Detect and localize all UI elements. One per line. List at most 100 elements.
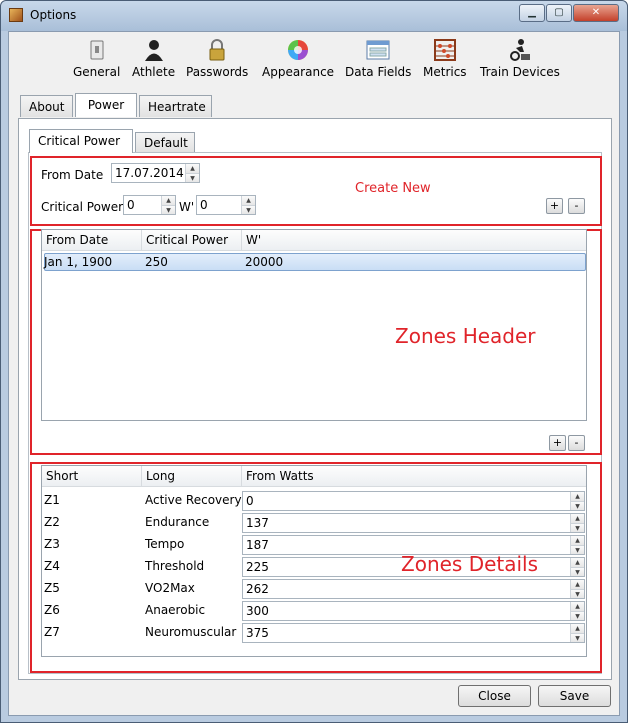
remove-cp-button[interactable]: - [568, 198, 585, 214]
zones-header-annotation: Zones Header [395, 324, 536, 348]
from-date-input[interactable]: 17.07.2014 ▲ ▼ [111, 163, 200, 183]
up-arrow-icon[interactable]: ▲ [571, 580, 584, 589]
remove-zones-header-button[interactable]: - [568, 435, 585, 451]
toolbar-metrics[interactable]: Metrics [423, 38, 467, 79]
subtab-critical-power[interactable]: Critical Power [29, 129, 133, 153]
wprime-label: W' [179, 200, 195, 214]
up-arrow-icon[interactable]: ▲ [571, 624, 584, 633]
zone-short: Z7 [44, 625, 60, 639]
zone-watts-stepper[interactable]: ▲ ▼ [570, 558, 584, 576]
up-arrow-icon[interactable]: ▲ [186, 164, 199, 173]
subtab-default[interactable]: Default [135, 132, 195, 152]
toolbar-data-fields[interactable]: Data Fields [345, 38, 411, 79]
zone-long: Neuromuscular [145, 625, 237, 639]
create-new-annotation: Create New [355, 181, 431, 196]
up-arrow-icon[interactable]: ▲ [571, 602, 584, 611]
minimize-button[interactable]: ▁ [519, 4, 545, 22]
down-arrow-icon[interactable]: ▼ [186, 173, 199, 182]
table-row[interactable]: Z7 Neuromuscular 375 ▲ ▼ [42, 622, 585, 644]
from-date-label: From Date [41, 168, 104, 182]
toolbar-general[interactable]: General [73, 38, 120, 79]
color-wheel-icon [286, 38, 310, 62]
up-arrow-icon[interactable]: ▲ [571, 492, 584, 501]
save-button[interactable]: Save [538, 685, 611, 707]
down-arrow-icon[interactable]: ▼ [162, 205, 175, 214]
critical-power-stepper[interactable]: ▲ ▼ [161, 196, 175, 214]
window-title: Options [30, 8, 77, 22]
up-arrow-icon[interactable]: ▲ [242, 196, 255, 205]
column-critical-power[interactable]: Critical Power [146, 233, 228, 247]
column-from-date[interactable]: From Date [46, 233, 108, 247]
column-wprime[interactable]: W' [246, 233, 261, 247]
zone-watts: 187 [246, 538, 269, 552]
zone-short: Z3 [44, 537, 60, 551]
maximize-button[interactable]: ▢ [546, 4, 572, 22]
down-arrow-icon[interactable]: ▼ [571, 589, 584, 598]
up-arrow-icon[interactable]: ▲ [571, 514, 584, 523]
down-arrow-icon[interactable]: ▼ [242, 205, 255, 214]
toolbar-appearance[interactable]: Appearance [262, 38, 334, 79]
from-date-stepper[interactable]: ▲ ▼ [185, 164, 199, 182]
zone-watts: 0 [246, 494, 254, 508]
close-window-button[interactable]: ✕ [573, 4, 619, 22]
zone-watts-stepper[interactable]: ▲ ▼ [570, 602, 584, 620]
zone-short: Z4 [44, 559, 60, 573]
tab-heartrate[interactable]: Heartrate [139, 95, 212, 117]
zone-watts-stepper[interactable]: ▲ ▼ [570, 624, 584, 642]
tab-power[interactable]: Power [75, 93, 137, 117]
zone-long: Anaerobic [145, 603, 206, 617]
zone-watts-input[interactable]: 137 ▲ ▼ [242, 513, 585, 533]
up-arrow-icon[interactable]: ▲ [571, 536, 584, 545]
zone-short: Z1 [44, 493, 60, 507]
table-row[interactable]: Z5 VO2Max 262 ▲ ▼ [42, 578, 585, 600]
toolbar-athlete[interactable]: Athlete [132, 38, 175, 79]
down-arrow-icon[interactable]: ▼ [571, 501, 584, 510]
zone-watts: 262 [246, 582, 269, 596]
critical-power-label: Critical Power [41, 200, 124, 214]
zone-short: Z2 [44, 515, 60, 529]
up-arrow-icon[interactable]: ▲ [571, 558, 584, 567]
zone-watts-stepper[interactable]: ▲ ▼ [570, 492, 584, 510]
zone-watts-input[interactable]: 262 ▲ ▼ [242, 579, 585, 599]
zone-watts-stepper[interactable]: ▲ ▼ [570, 536, 584, 554]
tab-about[interactable]: About [20, 95, 73, 117]
column-from-watts[interactable]: From Watts [246, 469, 314, 483]
down-arrow-icon[interactable]: ▼ [571, 633, 584, 642]
down-arrow-icon[interactable]: ▼ [571, 611, 584, 620]
critical-power-input[interactable]: 0 ▲ ▼ [123, 195, 176, 215]
add-cp-button[interactable]: + [546, 198, 563, 214]
toolbar-label: Appearance [262, 65, 335, 79]
add-zones-header-button[interactable]: + [549, 435, 566, 451]
zones-details-annotation: Zones Details [401, 552, 539, 576]
zone-watts-stepper[interactable]: ▲ ▼ [570, 514, 584, 532]
title-bar[interactable]: Options ▁ ▢ ✕ [1, 1, 627, 31]
zone-watts-input[interactable]: 300 ▲ ▼ [242, 601, 585, 621]
power-tab-panel: Critical Power Default Create New From D… [18, 118, 612, 680]
form-icon [366, 38, 390, 62]
toolbar-passwords[interactable]: Passwords [186, 38, 248, 79]
options-window: Options ▁ ▢ ✕ General Athlete Passwords … [0, 0, 628, 723]
wprime-stepper[interactable]: ▲ ▼ [241, 196, 255, 214]
wprime-value: 0 [200, 198, 208, 212]
column-short[interactable]: Short [46, 469, 78, 483]
zone-short: Z5 [44, 581, 60, 595]
down-arrow-icon[interactable]: ▼ [571, 545, 584, 554]
table-row[interactable]: Z1 Active Recovery 0 ▲ ▼ [42, 490, 585, 512]
column-long[interactable]: Long [146, 469, 175, 483]
down-arrow-icon[interactable]: ▼ [571, 523, 584, 532]
toolbar-label: Athlete [132, 65, 176, 79]
down-arrow-icon[interactable]: ▼ [571, 567, 584, 576]
wprime-input[interactable]: 0 ▲ ▼ [196, 195, 256, 215]
zone-short: Z6 [44, 603, 60, 617]
table-row[interactable]: Z2 Endurance 137 ▲ ▼ [42, 512, 585, 534]
zone-watts-input[interactable]: 0 ▲ ▼ [242, 491, 585, 511]
table-row[interactable] [44, 253, 586, 271]
close-button[interactable]: Close [458, 685, 531, 707]
zone-watts-input[interactable]: 375 ▲ ▼ [242, 623, 585, 643]
zone-watts-stepper[interactable]: ▲ ▼ [570, 580, 584, 598]
toolbar-train-devices[interactable]: Train Devices [480, 38, 560, 79]
zone-watts: 300 [246, 604, 269, 618]
up-arrow-icon[interactable]: ▲ [162, 196, 175, 205]
zone-long: Endurance [145, 515, 210, 529]
table-row[interactable]: Z6 Anaerobic 300 ▲ ▼ [42, 600, 585, 622]
